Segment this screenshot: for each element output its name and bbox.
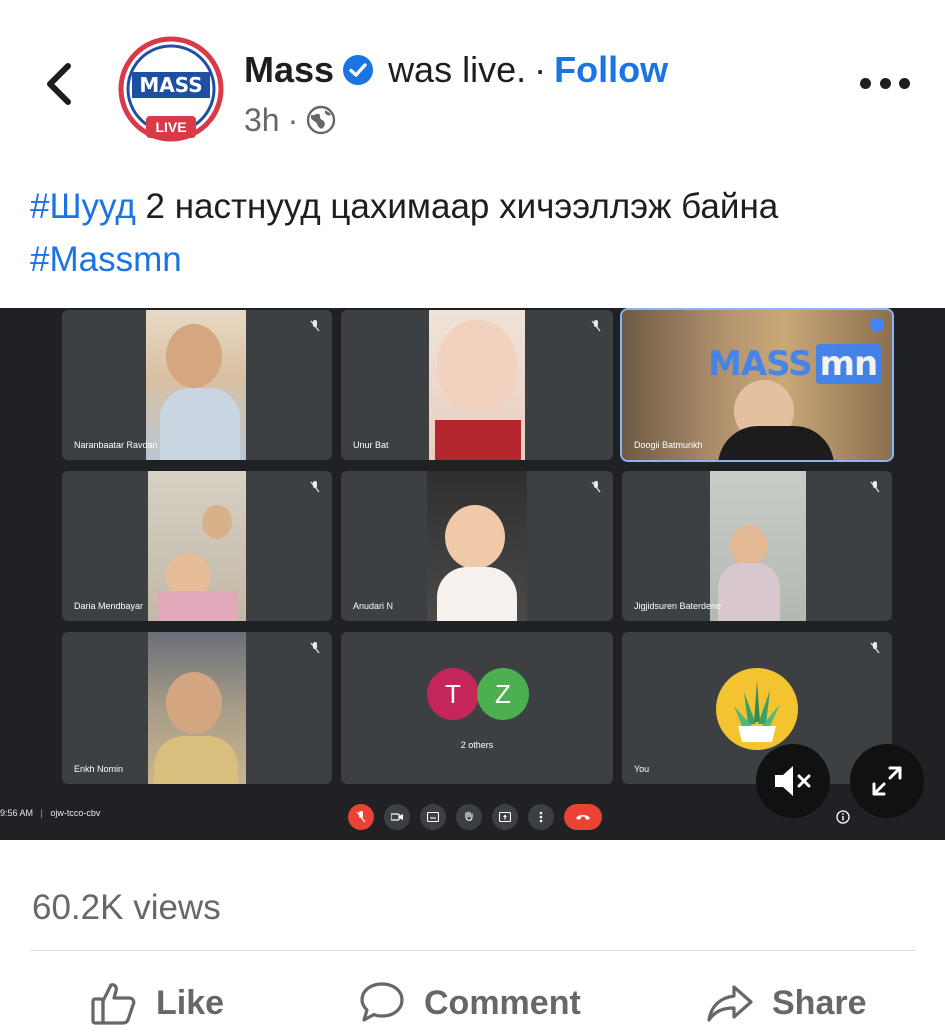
follow-button[interactable]: Follow — [554, 49, 668, 91]
participant-tile: Unur Bat — [341, 310, 613, 460]
fullscreen-button[interactable] — [850, 744, 924, 818]
live-video-player[interactable]: Naranbaatar Ravdan Unur Bat Doogii Batmu… — [0, 308, 945, 840]
footer-divider — [30, 950, 916, 951]
mic-off-icon — [310, 481, 320, 493]
verified-badge-icon — [343, 55, 374, 85]
mic-off-icon — [591, 481, 601, 493]
share-label: Share — [772, 983, 867, 1022]
post-text: #Шууд 2 настнууд цахимаар хичээллэж байн… — [30, 180, 910, 286]
participant-avatar-z: Z — [477, 668, 529, 720]
hashtag-shuud[interactable]: #Шууд — [30, 187, 136, 226]
share-button[interactable]: Share — [706, 978, 867, 1028]
live-badge: LIVE — [155, 119, 187, 135]
present-button[interactable] — [492, 804, 518, 830]
meeting-code: ojw-tcco-cbv — [50, 808, 101, 818]
post-actions: Like Comment Share — [0, 970, 945, 1035]
phone-hangup-icon — [576, 815, 590, 820]
participant-avatar-t: T — [427, 668, 479, 720]
post-header: MASS LIVE Mass was live. · Follow 3h · — [0, 0, 945, 160]
camera-icon — [391, 813, 403, 821]
meeting-time-code: 9:56 AM | ojw-tcco-cbv — [0, 808, 100, 818]
mass-watermark: MASS mn — [708, 344, 882, 384]
captions-icon — [427, 812, 439, 822]
participant-name: Doogii Batmunkh — [634, 440, 703, 450]
expand-icon — [872, 766, 902, 796]
participant-name: Anudari N — [353, 601, 394, 611]
participant-tile-active: Doogii Batmunkh — [620, 308, 894, 462]
participant-tile: Daria Mendbayar — [62, 471, 332, 621]
thumbs-up-icon — [91, 983, 136, 1025]
participant-tile-others: T Z 2 others — [341, 632, 613, 784]
mic-off-icon — [310, 320, 320, 332]
others-label: 2 others — [460, 740, 494, 750]
more-vertical-icon — [539, 811, 543, 823]
participant-name: Unur Bat — [353, 440, 389, 450]
meta-dot: · — [287, 101, 299, 138]
mic-off-icon — [870, 642, 880, 654]
participant-tile: Anudari N — [341, 471, 613, 621]
participant-tile: Naranbaatar Ravdan — [62, 310, 332, 460]
raise-hand-button[interactable] — [456, 804, 482, 830]
mute-toggle-button[interactable] — [756, 744, 830, 818]
captions-button[interactable] — [420, 804, 446, 830]
avatar-logo-text: MASS — [139, 73, 203, 97]
comment-label: Comment — [424, 983, 581, 1022]
participant-name: Jigjidsuren Baterdene — [634, 601, 722, 611]
participant-tile: Jigjidsuren Baterdene — [622, 471, 892, 621]
share-icon — [707, 985, 753, 1022]
meeting-time: 9:56 AM — [0, 808, 34, 818]
like-button[interactable]: Like — [90, 978, 224, 1028]
name-line: Mass was live. · Follow — [244, 48, 668, 92]
participant-name: You — [634, 764, 650, 774]
meeting-divider: | — [40, 808, 43, 818]
chevron-left-icon — [47, 63, 71, 105]
participant-name: Daria Mendbayar — [74, 601, 144, 611]
hashtag-massmn[interactable]: #Massmn — [30, 240, 182, 279]
separator-dot: · — [534, 49, 547, 90]
post-meta: 3h · — [244, 100, 336, 140]
mic-off-icon — [356, 811, 366, 823]
more-options-button[interactable] — [860, 68, 910, 98]
was-live-text: was live. — [388, 49, 527, 90]
participant-tile-self: You — [622, 632, 892, 784]
participant-name: Naranbaatar Ravdan — [74, 440, 158, 450]
post-time[interactable]: 3h — [244, 102, 280, 139]
mic-toggle-button[interactable] — [348, 804, 374, 830]
comment-icon — [360, 982, 404, 1022]
comment-button[interactable]: Comment — [358, 978, 581, 1028]
camera-toggle-button[interactable] — [384, 804, 410, 830]
more-meet-options-button[interactable] — [528, 804, 554, 830]
mic-off-icon — [591, 320, 601, 332]
globe-icon — [307, 105, 336, 135]
back-button[interactable] — [38, 62, 82, 106]
plant-avatar-icon — [734, 680, 780, 742]
page-avatar[interactable]: MASS LIVE — [118, 36, 224, 142]
participant-tile: Enkh Nomin — [62, 632, 332, 784]
volume-muted-icon — [775, 766, 811, 796]
info-icon[interactable] — [836, 810, 850, 824]
present-icon — [499, 812, 511, 822]
post-body: 2 настнууд цахимаар хичээллэж байна — [135, 187, 779, 226]
hand-icon — [465, 811, 473, 821]
page-name[interactable]: Mass — [244, 49, 334, 91]
participant-name: Enkh Nomin — [74, 764, 124, 774]
mic-off-icon — [310, 642, 320, 654]
like-label: Like — [156, 983, 225, 1022]
mic-off-icon — [870, 481, 880, 493]
end-call-button[interactable] — [564, 804, 602, 830]
view-count: 60.2K views — [32, 888, 221, 927]
